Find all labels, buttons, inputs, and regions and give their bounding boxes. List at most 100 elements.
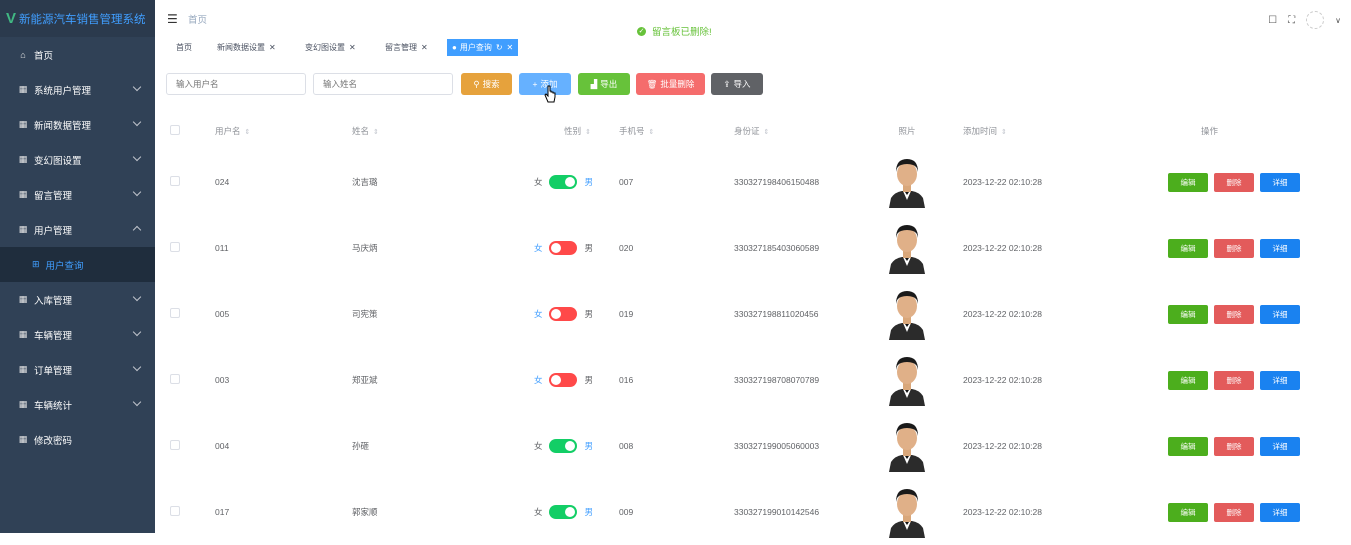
delete-button[interactable]: 删除 xyxy=(1214,502,1254,522)
actions-cell: 编辑 删除 详细 xyxy=(1089,479,1300,545)
gender-switch[interactable] xyxy=(549,439,578,453)
sidebar-item-label: 用户查询 xyxy=(45,260,84,272)
fullscreen-icon[interactable]: ⛶ xyxy=(1288,15,1295,26)
row-checkbox[interactable] xyxy=(170,506,180,516)
table-row: 003 郑亚斌 女 男 016 330327198708070789 2023-… xyxy=(170,347,1300,413)
menu-icon: ▦ xyxy=(18,434,28,444)
button-label: 搜索 xyxy=(482,79,500,89)
actions-cell: 编辑 删除 详细 xyxy=(1089,413,1300,479)
actions-cell: 编辑 删除 详细 xyxy=(1089,149,1300,215)
delete-button[interactable]: 删除 xyxy=(1214,436,1254,456)
sidebar-subitem-user-query[interactable]: ⊞ 用户查询 xyxy=(0,247,155,282)
sort-icon[interactable]: ⇕ xyxy=(585,129,591,136)
row-checkbox[interactable] xyxy=(170,242,180,252)
detail-button[interactable]: 详细 xyxy=(1260,304,1300,324)
edit-button[interactable]: 编辑 xyxy=(1168,238,1208,258)
detail-button[interactable]: 详细 xyxy=(1260,172,1300,192)
sidebar-item-label: 系统用户管理 xyxy=(34,85,92,97)
col-phone[interactable]: 手机号 ⇕ xyxy=(601,113,734,149)
table-row: 011 马庆炳 女 男 020 330327185403060589 2023-… xyxy=(170,215,1300,281)
gender-switch[interactable] xyxy=(549,241,578,255)
gender-switch[interactable] xyxy=(549,307,578,321)
select-all-checkbox[interactable] xyxy=(170,125,180,135)
tab-carousel-settings[interactable]: 变幻图设置 ✕ xyxy=(300,39,361,56)
row-checkbox[interactable] xyxy=(170,374,180,384)
tab-messages[interactable]: 留言管理 ✕ xyxy=(380,39,433,56)
refresh-icon[interactable]: ↻ xyxy=(496,43,503,52)
col-username[interactable]: 用户名 ⇕ xyxy=(215,113,352,149)
phone-cell: 019 xyxy=(619,309,634,319)
username-search-input[interactable] xyxy=(166,73,306,95)
chart-icon: ▟ xyxy=(590,78,598,89)
edit-button[interactable]: 编辑 xyxy=(1168,436,1208,456)
avatar[interactable] xyxy=(1306,11,1325,29)
sidebar-item-home[interactable]: ⌂ 首页 xyxy=(0,37,155,72)
close-icon[interactable]: ✕ xyxy=(507,43,514,52)
sidebar-item-orders[interactable]: ▦ 订单管理 xyxy=(0,352,155,387)
detail-button[interactable]: 详细 xyxy=(1260,502,1300,522)
edit-button[interactable]: 编辑 xyxy=(1168,172,1208,192)
row-checkbox[interactable] xyxy=(170,440,180,450)
female-label: 女 xyxy=(533,177,543,187)
name-search-input[interactable] xyxy=(313,73,453,95)
tab-label: 变幻图设置 xyxy=(305,43,345,52)
delete-button[interactable]: 删除 xyxy=(1214,238,1254,258)
chevron-down-icon[interactable]: ∨ xyxy=(1335,16,1341,25)
sidebar-item-users[interactable]: ▦ 用户管理 xyxy=(0,212,155,247)
edit-button[interactable]: 编辑 xyxy=(1168,304,1208,324)
sidebar-item-statistics[interactable]: ▦ 车辆统计 xyxy=(0,387,155,422)
home-icon: ⌂ xyxy=(20,49,26,60)
gender-switch[interactable] xyxy=(549,175,578,189)
breadcrumb[interactable]: 首页 xyxy=(188,12,207,26)
actions-cell: 编辑 删除 详细 xyxy=(1089,215,1300,281)
col-name[interactable]: 姓名 ⇕ xyxy=(352,113,524,149)
delete-button[interactable]: 删除 xyxy=(1214,370,1254,390)
col-id-card[interactable]: 身份证 ⇕ xyxy=(734,113,865,149)
column-header: 姓名 xyxy=(352,126,370,136)
detail-button[interactable]: 详细 xyxy=(1260,370,1300,390)
col-time[interactable]: 添加时间 ⇕ xyxy=(949,113,1089,149)
tab-user-query[interactable]: ● 用户查询 ↻ ✕ xyxy=(447,39,519,56)
batch-delete-button[interactable]: 🗑 批量删除 xyxy=(636,73,705,95)
export-button[interactable]: ▟ 导出 xyxy=(578,73,630,95)
sort-icon[interactable]: ⇕ xyxy=(245,129,251,136)
chevron-down-icon xyxy=(132,187,142,197)
hamburger-icon[interactable]: ☰ xyxy=(167,12,178,26)
time-cell: 2023-12-22 02:10:28 xyxy=(963,309,1042,319)
delete-button[interactable]: 删除 xyxy=(1214,172,1254,192)
row-checkbox[interactable] xyxy=(170,308,180,318)
delete-button[interactable]: 删除 xyxy=(1214,304,1254,324)
edit-button[interactable]: 编辑 xyxy=(1168,502,1208,522)
gender-cell: 女 男 xyxy=(524,479,601,545)
sidebar-item-change-password[interactable]: ▦ 修改密码 xyxy=(0,422,155,457)
close-icon[interactable]: ✕ xyxy=(421,43,428,52)
sidebar-item-news[interactable]: ▦ 新闻数据管理 xyxy=(0,107,155,142)
sort-icon[interactable]: ⇕ xyxy=(764,129,770,136)
import-button[interactable]: ⇪ 导入 xyxy=(711,73,763,95)
row-checkbox[interactable] xyxy=(170,176,180,186)
sidebar-item-stock-in[interactable]: ▦ 入库管理 xyxy=(0,282,155,317)
detail-button[interactable]: 详细 xyxy=(1260,436,1300,456)
sort-icon[interactable]: ⇕ xyxy=(649,129,655,136)
sidebar-item-messages[interactable]: ▦ 留言管理 xyxy=(0,177,155,212)
sidebar-item-system-users[interactable]: ▦ 系统用户管理 xyxy=(0,72,155,107)
sort-icon[interactable]: ⇕ xyxy=(1001,129,1007,136)
col-gender[interactable]: 性别 ⇕ xyxy=(524,113,601,149)
tab-home[interactable]: 首页 xyxy=(171,39,197,56)
sidebar-item-vehicles[interactable]: ▦ 车辆管理 xyxy=(0,317,155,352)
shirt-icon[interactable]: ☐ xyxy=(1268,15,1277,26)
sort-icon[interactable]: ⇕ xyxy=(373,129,379,136)
gender-switch[interactable] xyxy=(549,505,578,519)
time-cell: 2023-12-22 02:10:28 xyxy=(963,375,1042,385)
edit-button[interactable]: 编辑 xyxy=(1168,370,1208,390)
search-button[interactable]: ⚲ 搜索 xyxy=(461,73,512,95)
tab-news-settings[interactable]: 新闻数据设置 ✕ xyxy=(212,39,281,56)
chevron-down-icon xyxy=(132,362,142,372)
close-icon[interactable]: ✕ xyxy=(269,43,276,52)
close-icon[interactable]: ✕ xyxy=(349,43,356,52)
detail-button[interactable]: 详细 xyxy=(1260,238,1300,258)
sidebar-item-carousel[interactable]: ▦ 变幻图设置 xyxy=(0,142,155,177)
button-label: 导入 xyxy=(733,79,751,89)
gender-switch[interactable] xyxy=(549,373,578,387)
switch-knob xyxy=(551,243,562,253)
